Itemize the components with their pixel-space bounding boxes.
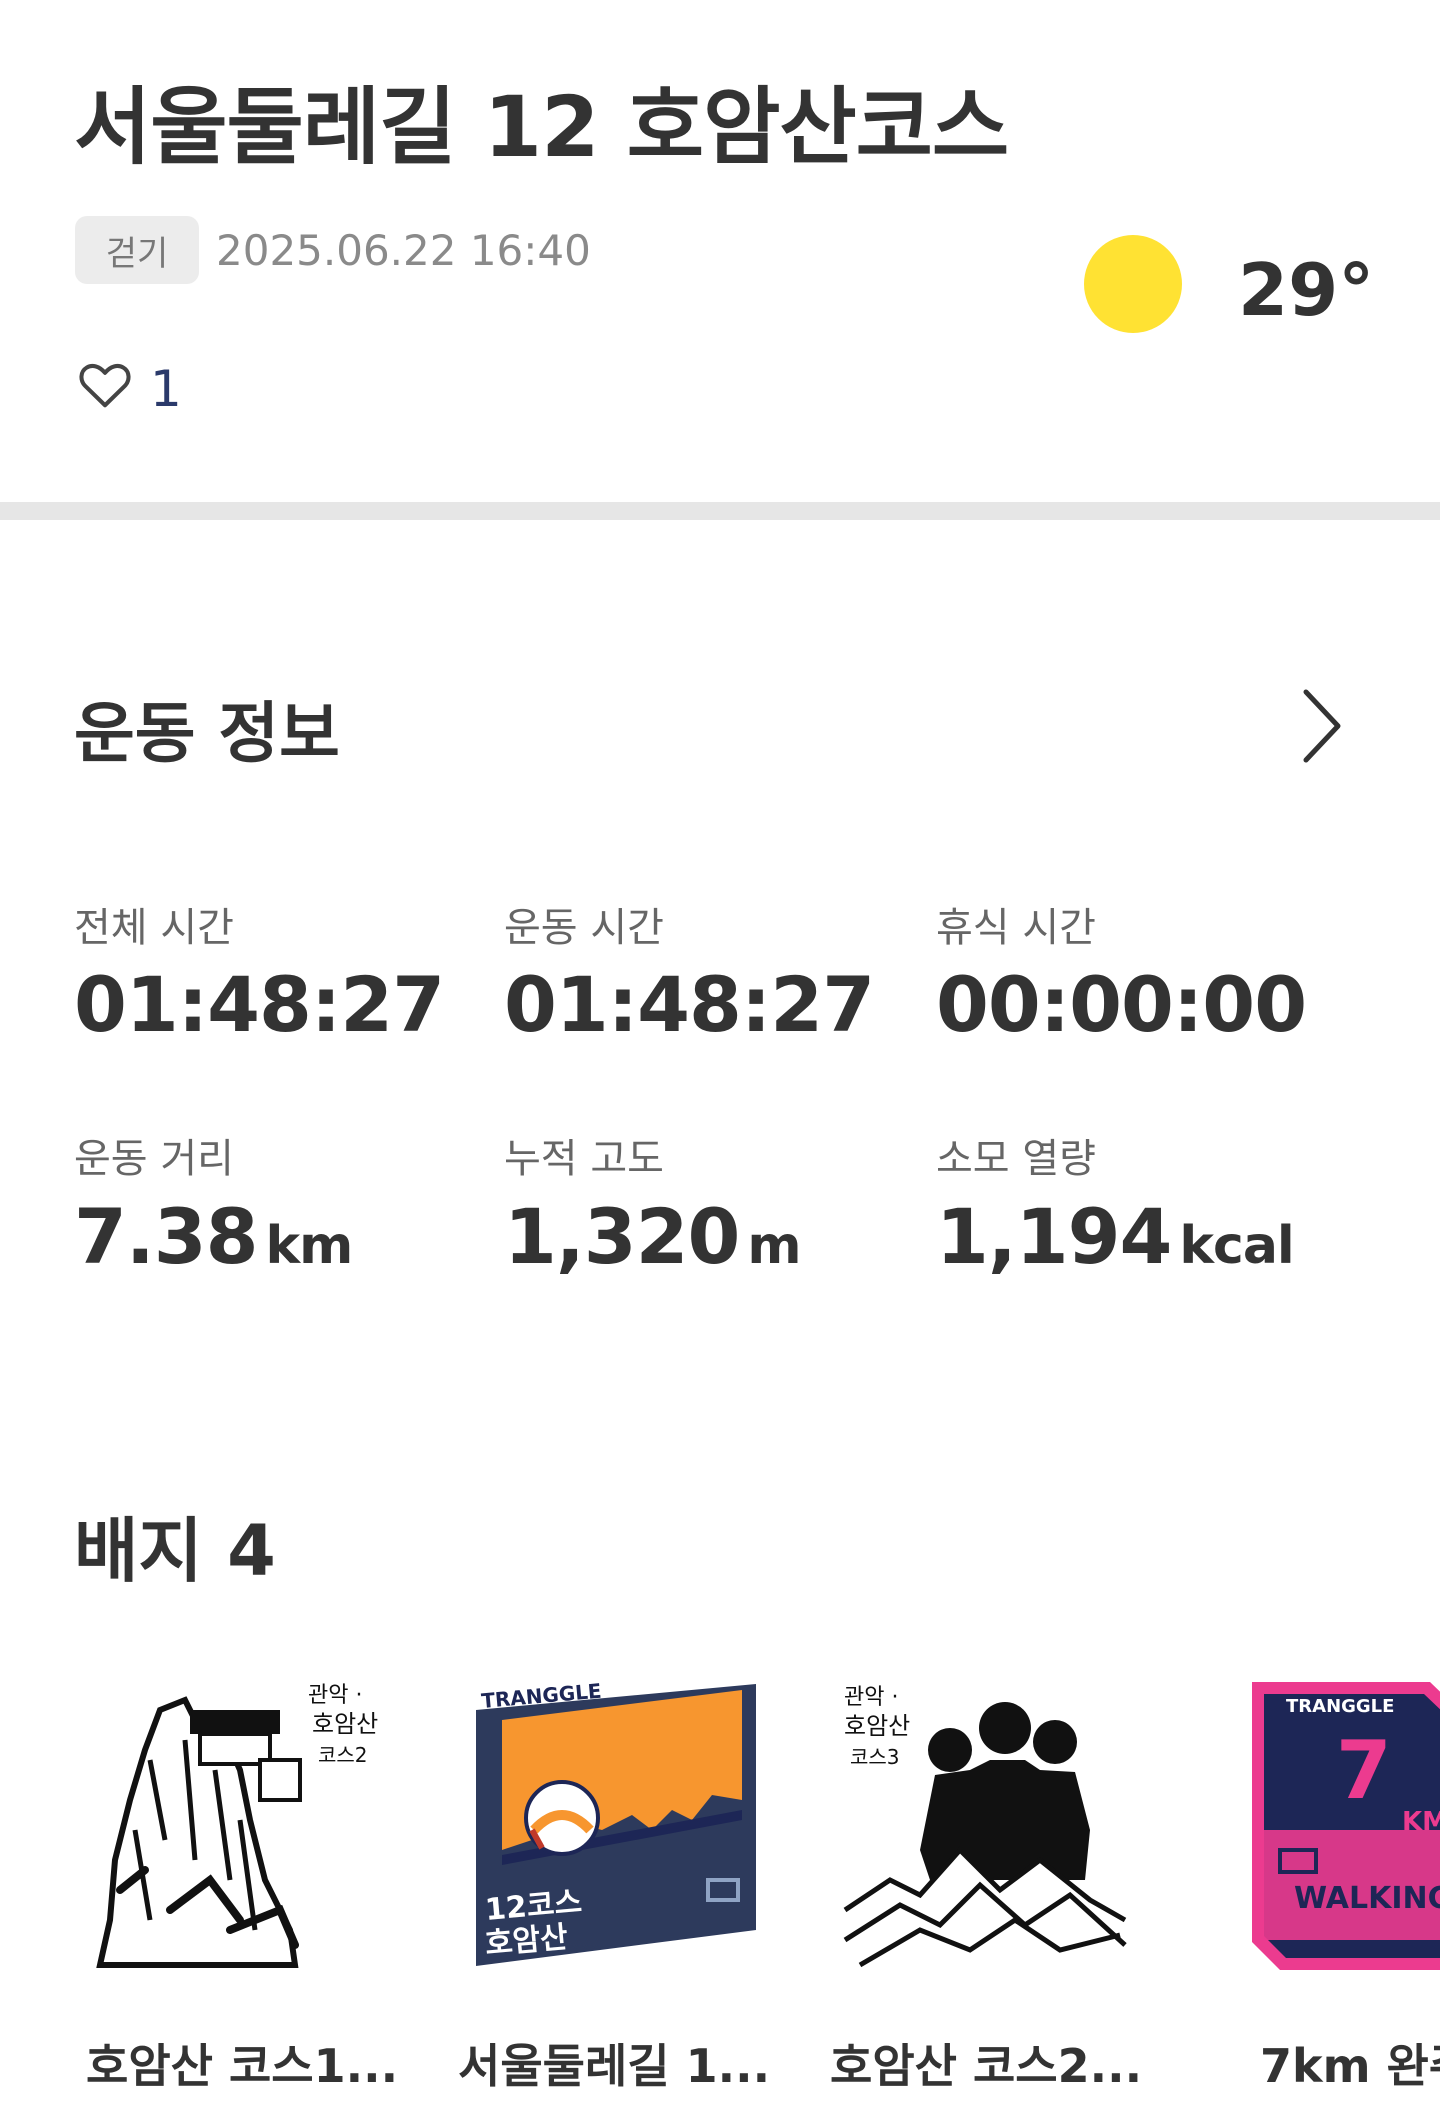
stat-label: 누적 고도: [504, 1136, 664, 1182]
stat-unit: m: [747, 1216, 801, 1276]
badge-art-hikers: 관악 · 호암산 코스3: [843, 1685, 1127, 1968]
badge-name: 서울둘레길 1...: [458, 2039, 771, 2093]
badge-art-text: 관악 ·: [308, 1683, 362, 1708]
badge-art-text: TRANGGLE: [1286, 1696, 1394, 1717]
stat-number: 1,320: [504, 1192, 740, 1281]
stat-unit: kcal: [1179, 1216, 1294, 1276]
badge-art-7km: TRANGGLE 7 KM WALKING: [1252, 1682, 1440, 1970]
temperature: 29°: [1238, 248, 1375, 332]
stat-label: 소모 열량: [936, 1136, 1096, 1182]
badge-art-text: 코스2: [318, 1743, 368, 1767]
stat-number: 7.38: [74, 1192, 259, 1281]
activity-type-badge: 걷기: [75, 216, 199, 284]
badge-name: 호암산 코스2...: [830, 2039, 1143, 2093]
badge-art-text: 관악 ·: [844, 1685, 898, 1710]
stat-number: 1,194: [936, 1192, 1172, 1281]
badge-art-rock: 관악 · 호암산 코스2: [96, 1683, 378, 1968]
workout-info-title: 운동 정보: [74, 695, 340, 772]
badge-name: 7km 완주: [1260, 2039, 1440, 2093]
stat-unit: km: [265, 1216, 354, 1276]
stat-value: 00:00:00: [936, 960, 1307, 1049]
badge-name: 호암산 코스1...: [86, 2039, 399, 2093]
badge-art-text: 호암산: [312, 1710, 378, 1738]
stat-label: 운동 거리: [74, 1136, 234, 1182]
calories-value: 1,194 kcal: [936, 1192, 1295, 1281]
badge-art-text: 코스3: [850, 1745, 900, 1769]
badge-art-text: 호암산: [484, 1920, 570, 1962]
stat-value: 01:48:27: [74, 960, 445, 1049]
distance-value: 7.38 km: [74, 1192, 354, 1281]
badge-2[interactable]: TRANGGLE 12코스 호암산: [472, 1679, 762, 1970]
like-count[interactable]: 1: [150, 360, 182, 418]
badge-3[interactable]: 관악 · 호암산 코스3: [840, 1680, 1130, 1970]
badge-art-text: 7: [1336, 1724, 1392, 1817]
badge-4[interactable]: TRANGGLE 7 KM WALKING: [1250, 1680, 1440, 1970]
badge-art-text: 호암산: [844, 1712, 910, 1740]
badges-title: 배지 4: [74, 1510, 276, 1592]
badge-1[interactable]: 관악 · 호암산 코스2: [90, 1680, 380, 1970]
page-title: 서울둘레길 12 호암산코스: [74, 78, 1009, 176]
chevron-right-icon[interactable]: [1302, 688, 1342, 764]
heart-icon[interactable]: [78, 360, 132, 410]
elevation-value: 1,320 m: [504, 1192, 802, 1281]
stat-value: 01:48:27: [504, 960, 875, 1049]
sun-icon: [1084, 235, 1182, 333]
stat-label: 운동 시간: [504, 905, 664, 951]
section-divider: [0, 502, 1440, 520]
badge-art-text: WALKING: [1294, 1881, 1440, 1916]
badge-art-course: TRANGGLE 12코스 호암산: [476, 1679, 756, 1966]
stat-label: 휴식 시간: [936, 905, 1096, 951]
stat-label: 전체 시간: [74, 905, 234, 951]
badge-art-text: KM: [1402, 1807, 1440, 1837]
activity-datetime: 2025.06.22 16:40: [216, 226, 591, 275]
